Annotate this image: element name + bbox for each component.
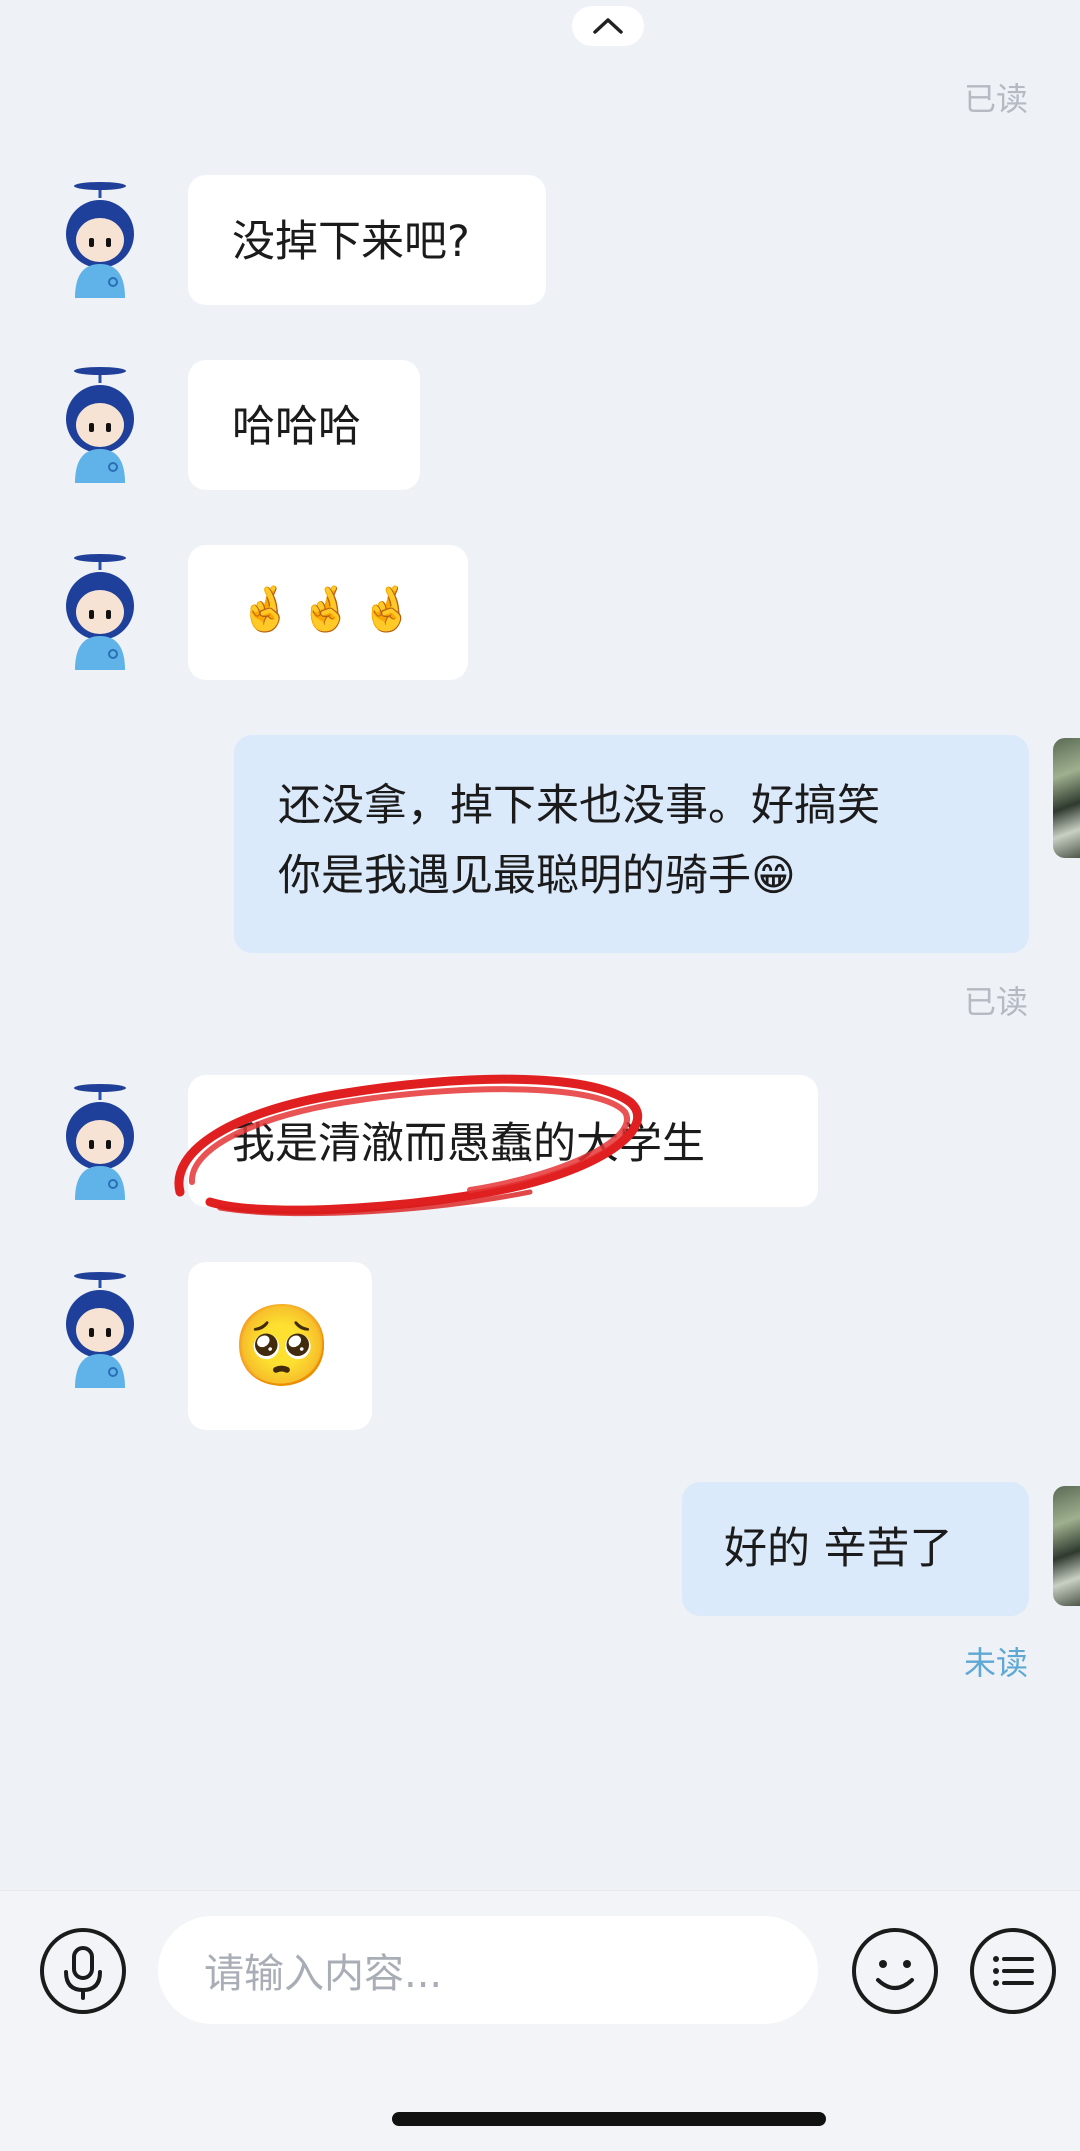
message-text: 好的 辛苦了	[724, 1524, 953, 1574]
read-status: 已读	[963, 983, 1028, 1021]
message-text: 哈哈哈	[232, 402, 361, 452]
propeller-boy-avatar-icon	[66, 554, 134, 670]
contact-avatar[interactable]	[55, 1270, 145, 1388]
collapse-history-button[interactable]	[572, 6, 644, 46]
message-bubble[interactable]: 没掉下来吧?	[188, 175, 546, 305]
contact-avatar[interactable]	[55, 180, 145, 298]
my-message-bubble[interactable]: 好的 辛苦了	[682, 1482, 1029, 1616]
voice-input-button[interactable]	[38, 1926, 128, 2016]
propeller-boy-avatar-icon	[66, 367, 134, 483]
message-text: 没掉下来吧?	[232, 217, 470, 267]
read-status: 已读	[963, 80, 1028, 118]
propeller-boy-avatar-icon	[66, 1084, 134, 1200]
message-bubble[interactable]: 我是清澈而愚蠢的大学生	[188, 1075, 818, 1207]
contact-avatar[interactable]	[55, 552, 145, 670]
smiley-icon	[852, 1928, 938, 2014]
message-bubble[interactable]: 哈哈哈	[188, 360, 420, 490]
my-message-bubble[interactable]: 还没拿，掉下来也没事。好搞笑 你是我遇见最聪明的骑手😁	[234, 735, 1029, 953]
message-bubble[interactable]: 🤞🤞🤞	[188, 545, 468, 680]
message-text: 我是清澈而愚蠢的大学生	[232, 1119, 705, 1169]
message-input[interactable]: 请输入内容...	[158, 1916, 818, 2024]
message-text-line: 你是我遇见最聪明的骑手	[278, 851, 751, 901]
unread-status: 未读	[963, 1644, 1028, 1682]
emoji-button[interactable]	[850, 1926, 940, 2016]
chevron-up-icon	[593, 18, 623, 34]
pleading-face-emoji: 🥺	[232, 1299, 332, 1392]
more-options-button[interactable]	[968, 1926, 1058, 2016]
my-avatar[interactable]	[1053, 1486, 1080, 1606]
home-indicator[interactable]	[392, 2112, 826, 2126]
propeller-boy-avatar-icon	[66, 182, 134, 298]
contact-avatar[interactable]	[55, 365, 145, 483]
message-input-placeholder: 请输入内容...	[204, 1951, 443, 1997]
message-bubble[interactable]: 🥺	[188, 1262, 372, 1430]
contact-avatar[interactable]	[55, 1082, 145, 1200]
list-menu-icon	[970, 1928, 1056, 2014]
finger-heart-emoji: 🤞🤞🤞	[238, 584, 421, 635]
message-text-line: 还没拿，掉下来也没事。好搞笑	[278, 781, 880, 831]
my-avatar[interactable]	[1053, 738, 1080, 858]
grin-emoji: 😁	[751, 851, 796, 901]
microphone-icon	[40, 1928, 126, 2014]
propeller-boy-avatar-icon	[66, 1272, 134, 1388]
